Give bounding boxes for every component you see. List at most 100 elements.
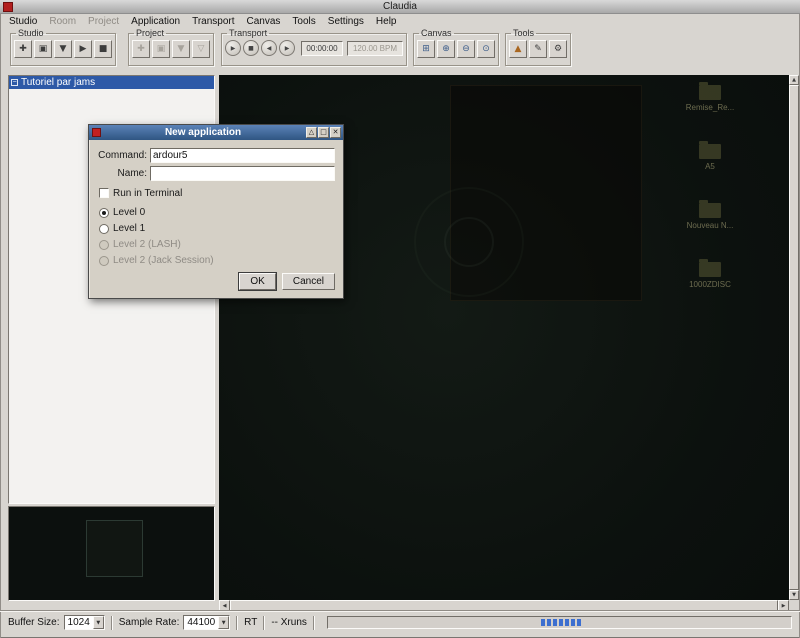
dialog-close-icon[interactable]: ✕ [330, 127, 341, 138]
menubar: Studio Room Project Application Transpor… [0, 15, 800, 28]
dsp-load-meter-bars [540, 619, 581, 626]
group-label-transport: Transport [229, 28, 268, 38]
ok-button[interactable]: OK [239, 273, 276, 290]
dialog-app-icon [92, 128, 101, 137]
name-label: Name: [117, 168, 147, 179]
sample-rate-label: Sample Rate: [118, 617, 180, 628]
menu-transport[interactable]: Transport [186, 16, 240, 27]
sample-rate-combo[interactable]: 44100 ▼ [183, 615, 231, 630]
studio-new-icon[interactable]: ✚ [14, 40, 32, 58]
toolbar-group-transport: Transport ▶ ■ ◀ ▶ 00:00:00 120.00 BPM [221, 28, 407, 66]
project-load-icon: ▣ [152, 40, 170, 58]
studio-list-item-label: Tutoriel par jams [21, 77, 96, 88]
group-label-canvas: Canvas [421, 28, 452, 38]
statusbar-separator [312, 615, 315, 630]
titlebar[interactable]: Claudia [0, 0, 800, 14]
toolbar: Studio ✚ ▣ ▼ ▶ ■ Project ✚ ▣ ▼ ▽ Transpo… [0, 28, 800, 72]
scroll-up-icon[interactable]: ▲ [789, 75, 799, 85]
claudia-window: Claudia Studio Room Project Application … [0, 0, 800, 638]
transport-stop-icon[interactable]: ■ [243, 40, 259, 56]
command-label: Command: [98, 150, 147, 161]
radio-level-1[interactable]: Level 1 [99, 223, 335, 234]
menu-settings[interactable]: Settings [322, 16, 370, 27]
studio-stop-icon[interactable]: ■ [94, 40, 112, 58]
canvas-vertical-scrollbar[interactable]: ▲ ▼ [789, 75, 799, 600]
radio-disabled-icon [99, 255, 109, 266]
cancel-button[interactable]: Cancel [281, 273, 335, 290]
zoom-fit-icon[interactable]: ⊞ [417, 40, 435, 58]
run-in-terminal-label: Run in Terminal [113, 187, 183, 199]
transport-play-icon[interactable]: ▶ [225, 40, 241, 56]
transport-backwards-icon[interactable]: ◀ [261, 40, 277, 56]
group-label-project: Project [136, 28, 165, 38]
dialog-shade-icon[interactable]: △ [306, 127, 317, 138]
wallpaper-swirl-inner [444, 217, 494, 267]
studio-save-icon[interactable]: ▼ [54, 40, 72, 58]
zoom-in-icon[interactable]: ⊕ [437, 40, 455, 58]
command-input[interactable] [150, 148, 335, 163]
project-new-icon: ✚ [132, 40, 150, 58]
toolbar-group-canvas: Canvas ⊞ ⊕ ⊖ ⊙ [413, 28, 499, 66]
statusbar-separator [263, 615, 266, 630]
buffer-size-combo[interactable]: 1024 ▼ [63, 615, 105, 630]
menu-canvas[interactable]: Canvas [241, 16, 287, 27]
rt-label: RT [244, 617, 258, 628]
folder-icon [699, 259, 721, 277]
group-label-studio: Studio [18, 28, 44, 38]
horizontal-scroll-thumb[interactable] [230, 600, 778, 611]
zoom-100-icon[interactable]: ⊙ [477, 40, 495, 58]
dialog-body: Command: Name: Run in Terminal Level 0 L… [89, 140, 343, 298]
menu-project: Project [88, 16, 120, 27]
vertical-scroll-thumb[interactable] [789, 85, 799, 590]
tree-expander-icon[interactable]: − [11, 79, 18, 86]
toolbar-group-studio: Studio ✚ ▣ ▼ ▶ ■ [10, 28, 116, 66]
group-label-tools: Tools [513, 28, 535, 38]
radio-level-0[interactable]: Level 0 [99, 207, 335, 218]
project-save-icon: ▼ [172, 40, 190, 58]
radio-level-2-jack-session: Level 2 (Jack Session) [99, 255, 335, 266]
menu-help[interactable]: Help [370, 16, 403, 27]
radio-selected-icon[interactable] [99, 207, 109, 218]
radio-level-2-lash: Level 2 (LASH) [99, 239, 335, 250]
statusbar: Buffer Size: 1024 ▼ Sample Rate: 44100 ▼… [0, 611, 800, 633]
tool-render-icon[interactable]: ✎ [529, 40, 547, 58]
name-input[interactable] [150, 166, 335, 181]
canvas-horizontal-scrollbar[interactable]: ◀ ▶ [219, 600, 789, 611]
radio-icon[interactable] [99, 223, 109, 234]
scroll-right-icon[interactable]: ▶ [778, 600, 789, 611]
toolbar-group-tools: Tools ▲ ✎ ⚙ [505, 28, 571, 66]
project-save-as-icon: ▽ [192, 40, 210, 58]
desktop-icon: A5 [679, 141, 741, 171]
level-2-jack-session-label: Level 2 (Jack Session) [113, 255, 214, 266]
menu-tools[interactable]: Tools [286, 16, 321, 27]
menu-application[interactable]: Application [125, 16, 186, 27]
checkbox-icon[interactable] [99, 188, 109, 198]
tool-settings-icon[interactable]: ⚙ [549, 40, 567, 58]
menu-studio[interactable]: Studio [3, 16, 43, 27]
run-in-terminal-checkbox[interactable]: Run in Terminal [99, 187, 335, 199]
dialog-maximize-icon[interactable]: □ [318, 127, 329, 138]
scroll-left-icon[interactable]: ◀ [219, 600, 230, 611]
studio-list-item[interactable]: − Tutoriel par jams [9, 76, 214, 89]
level-1-label: Level 1 [113, 223, 146, 234]
canvas-minimap[interactable] [8, 506, 215, 601]
studio-start-icon[interactable]: ▶ [74, 40, 92, 58]
desktop-icon: 1000ZDISC [679, 259, 741, 289]
zoom-out-icon[interactable]: ⊖ [457, 40, 475, 58]
radio-disabled-icon [99, 239, 109, 250]
dsp-load-meter [326, 616, 792, 629]
transport-forwards-icon[interactable]: ▶ [279, 40, 295, 56]
new-application-dialog: New application △ □ ✕ Command: Name: Run… [88, 124, 344, 299]
window-title: Claudia [383, 1, 417, 12]
scrollbar-corner [789, 600, 799, 611]
desktop-icon: Nouveau N... [679, 200, 741, 230]
dialog-title: New application [164, 127, 242, 138]
chevron-down-icon: ▼ [92, 616, 104, 629]
minimap-view-rect[interactable] [86, 520, 143, 577]
scroll-down-icon[interactable]: ▼ [789, 590, 799, 600]
studio-load-icon[interactable]: ▣ [34, 40, 52, 58]
dialog-titlebar[interactable]: New application △ □ ✕ [89, 125, 343, 140]
level-2-lash-label: Level 2 (LASH) [113, 239, 181, 250]
chevron-down-icon: ▼ [218, 616, 230, 629]
tool-configure-icon[interactable]: ▲ [509, 40, 527, 58]
